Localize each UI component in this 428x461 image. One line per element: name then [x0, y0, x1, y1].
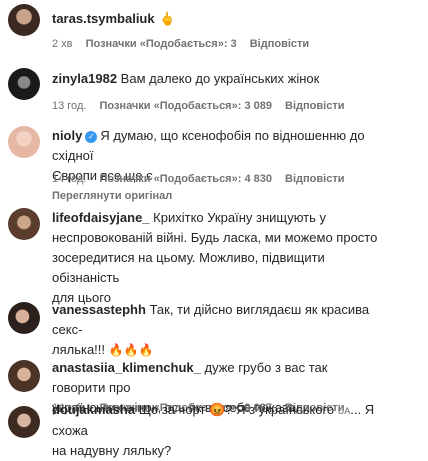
avatar[interactable]	[8, 406, 40, 438]
comment-text: неспровокованій війні. Будь ласка, ми мо…	[52, 230, 378, 245]
comment-text: Я думаю, що ксенофобія по відношенню до …	[52, 128, 365, 163]
verified-badge-icon: ✓	[85, 131, 98, 143]
angry-face-emoji: 😡	[209, 402, 226, 417]
comment-time: 2 хв	[52, 38, 73, 50]
comment-text: на надувну ляльку?	[52, 443, 172, 458]
comment-time: 14 год.	[52, 173, 87, 185]
comment-text: лялька!!!	[52, 342, 106, 357]
fire-emoji: 🔥🔥🔥	[108, 343, 154, 357]
comment-time: 13 год.	[52, 100, 87, 112]
comment-text: зосередитися на цьому. Можливо, підвищит…	[52, 250, 325, 285]
likes-count-link[interactable]: Позначки «Подобається»: 4 830	[99, 173, 271, 185]
comment-username[interactable]: nioly	[52, 128, 82, 143]
comment-username[interactable]: vanessastephh	[52, 302, 146, 317]
middle-finger-emoji: 🖕	[159, 11, 176, 26]
avatar[interactable]	[8, 360, 40, 392]
see-original-button[interactable]: Переглянути оригінал	[52, 190, 172, 202]
comment-text: ? Я з українського	[225, 402, 335, 417]
reply-button[interactable]: Відповісти	[285, 173, 344, 185]
comment-username[interactable]: taras.tsymbaliuk	[52, 11, 155, 26]
avatar[interactable]	[8, 208, 40, 240]
comment-username[interactable]: anastasiia_klimenchuk_	[52, 360, 201, 375]
ukraine-flag-icon: UA	[337, 406, 351, 416]
avatar[interactable]	[8, 4, 40, 36]
comment-text: Крихітко Україну знищують у	[153, 210, 327, 225]
likes-count-link[interactable]: Позначки «Подобається»: 3	[86, 38, 237, 50]
comment-text: Що за чорт	[138, 402, 206, 417]
reply-button[interactable]: Відповісти	[285, 100, 344, 112]
avatar[interactable]	[8, 126, 40, 158]
likes-count-link[interactable]: Позначки «Подобається»: 3 089	[99, 100, 271, 112]
avatar[interactable]	[8, 68, 40, 100]
comment-username[interactable]: zinyla1982	[52, 71, 117, 86]
comment-username[interactable]: doujakmasha	[52, 402, 135, 417]
reply-button[interactable]: Відповісти	[250, 38, 309, 50]
comment-username[interactable]: lifeofdaisyjane_	[52, 210, 150, 225]
comment-text: Вам далеко до українських жінок	[120, 71, 320, 86]
avatar[interactable]	[8, 302, 40, 334]
